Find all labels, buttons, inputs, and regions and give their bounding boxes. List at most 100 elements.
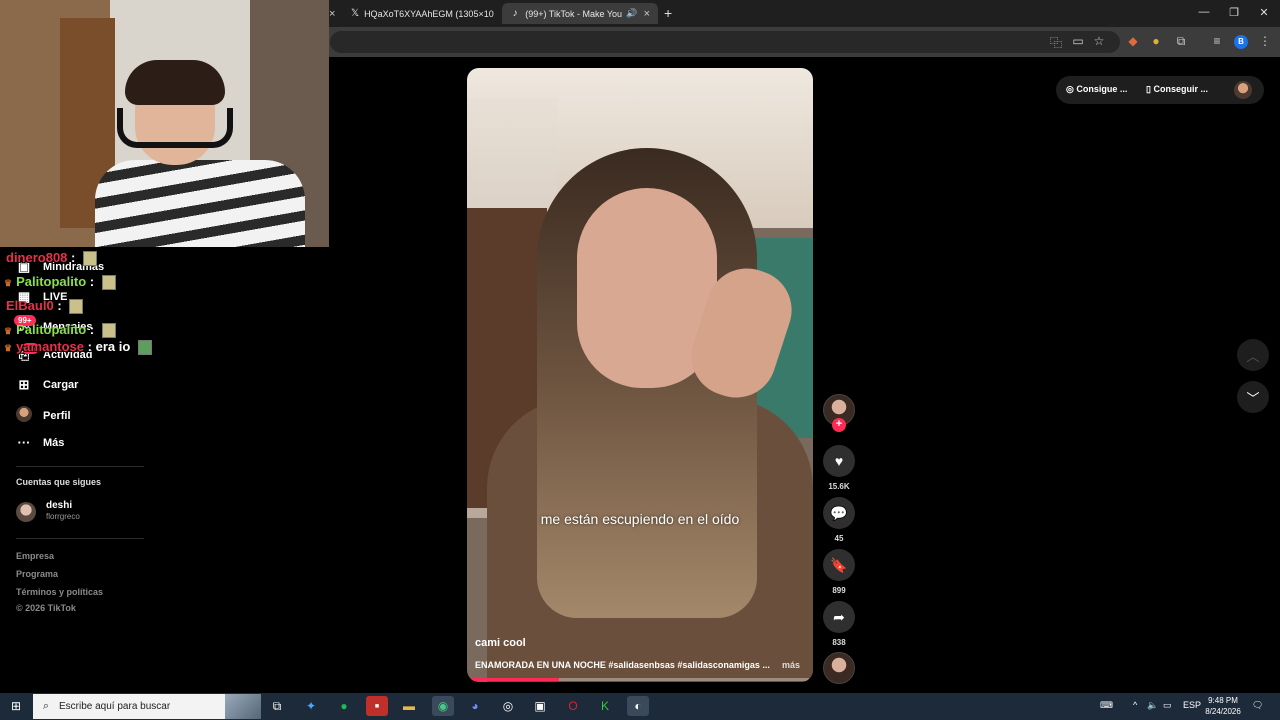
emote-icon — [101, 275, 116, 291]
footer-link[interactable]: Términos y políticas — [16, 587, 103, 597]
comment-count: 45 — [834, 534, 844, 543]
chrome-icon[interactable]: ◉ — [432, 696, 454, 716]
tiktok-icon: ♪ — [512, 8, 518, 19]
avatar — [16, 502, 36, 522]
next-video-button[interactable]: ﹀ — [1237, 381, 1269, 413]
tab-title: (99+) TikTok - Make Your Da — [525, 8, 623, 19]
close-icon[interactable]: × — [638, 8, 650, 20]
get-coins-button[interactable]: ◎ Consigue ... — [1066, 84, 1127, 95]
chat-separator: : — [87, 339, 92, 354]
video-description: ENAMORADA EN UNA NOCHE #salidasenbsas #s… — [475, 660, 770, 670]
chevron-down-icon: ﹀ — [1246, 390, 1260, 406]
app-icon[interactable]: ◎ — [497, 696, 519, 716]
video-player[interactable]: me están escupiendo en el oído cami cool… — [467, 68, 813, 682]
badge-icon: ♛ — [4, 326, 13, 336]
profile-avatar[interactable]: B — [1234, 35, 1248, 49]
chat-line: ♛ Palitopalito : — [4, 322, 116, 339]
badge-icon: ♛ — [4, 278, 13, 288]
heart-icon: ♥ — [834, 453, 844, 469]
save-button[interactable]: 🔖 — [823, 549, 855, 581]
tab-tiktok[interactable]: ♪ (99+) TikTok - Make Your Da 🔊 × — [502, 3, 658, 24]
chat-separator: : — [71, 250, 76, 265]
app-icon[interactable]: K — [594, 696, 616, 716]
top-right-actions: ◎ Consigue ... ▯ Conseguir ... — [1056, 76, 1264, 104]
chat-username: yamantose — [16, 339, 84, 354]
tab-overflow-close[interactable]: × — [329, 3, 341, 24]
like-button[interactable]: ♥ — [823, 445, 855, 477]
sidebar-item-profile[interactable]: Perfil — [16, 406, 71, 425]
folder-icon[interactable]: ▬ — [398, 696, 420, 716]
app-icon[interactable]: ▣ — [529, 696, 551, 716]
clock-date: 8/24/2026 — [1205, 707, 1241, 716]
phone-icon: ▯ — [1146, 84, 1151, 94]
address-bar[interactable] — [330, 31, 1120, 53]
close-icon[interactable]: × — [494, 8, 501, 20]
webcam-overlay — [0, 0, 329, 247]
music-disc-avatar[interactable] — [823, 652, 855, 684]
chevron-up-icon: ︿ — [1246, 348, 1260, 364]
sidebar-item-label: Cargar — [43, 379, 79, 391]
previous-video-button[interactable]: ︿ — [1237, 339, 1269, 371]
keyboard-icon[interactable]: ⌨ — [1100, 700, 1113, 711]
profile-avatar — [16, 406, 32, 425]
close-window-button[interactable]: ✕ — [1256, 6, 1272, 19]
footer-link[interactable]: Empresa — [16, 551, 54, 561]
reading-list-icon[interactable]: ≡ — [1209, 34, 1225, 48]
following-account[interactable]: deshi florrgreco — [16, 500, 146, 524]
coin-icon: ◎ — [1066, 84, 1074, 94]
network-icon[interactable]: ▭ — [1163, 700, 1172, 711]
chat-username: dinero808 — [6, 250, 68, 265]
app-icon[interactable]: ■ — [366, 696, 388, 716]
video-progress-bar[interactable] — [471, 678, 809, 681]
notification-icon[interactable]: 🗨 — [1252, 700, 1263, 711]
emote-icon — [69, 299, 84, 315]
copilot-icon[interactable]: ✦ — [300, 696, 322, 716]
share-count: 838 — [832, 638, 846, 647]
taskbar-clock[interactable]: 9:48 PM 8/24/2026 — [1198, 695, 1248, 717]
search-placeholder: Escribe aquí para buscar — [59, 701, 171, 712]
speaker-icon[interactable]: 🔊 — [626, 8, 637, 19]
video-author[interactable]: cami cool — [475, 637, 526, 649]
clock-time: 9:48 PM — [1208, 696, 1238, 705]
chat-username: Palitopalito — [16, 274, 87, 289]
video-subtitle: me están escupiendo en el oído — [540, 511, 740, 527]
emote-icon — [101, 323, 116, 339]
sidebar-item-label: Perfil — [43, 409, 71, 422]
taskbar-search-input[interactable]: ⌕ Escribe aquí para buscar — [33, 694, 261, 719]
new-tab-button[interactable]: + — [664, 5, 672, 21]
get-app-button[interactable]: ▯ Conseguir ... — [1146, 84, 1208, 95]
comment-button[interactable]: 💬 — [823, 497, 855, 529]
task-view-icon[interactable]: ⧉ — [266, 696, 288, 716]
puzzle-icon[interactable]: ⧉ — [1173, 34, 1189, 49]
badge-icon: ♛ — [4, 343, 13, 353]
bookmark-star-icon[interactable]: ☆ — [1091, 34, 1107, 48]
steam-icon[interactable]: ◐ — [627, 696, 649, 716]
discord-icon[interactable]: ◕ — [464, 696, 486, 716]
extension-icon[interactable]: ● — [1148, 34, 1164, 48]
minimize-button[interactable]: — — [1196, 6, 1212, 18]
profile-avatar[interactable] — [1234, 81, 1252, 99]
maximize-button[interactable]: ❐ — [1226, 6, 1242, 19]
footer-link[interactable]: Programa — [16, 569, 58, 579]
windows-start-icon[interactable]: ⊞ — [5, 696, 27, 716]
cast-icon[interactable]: ▭ — [1070, 34, 1086, 48]
sidebar-item-upload[interactable]: ⊞ Cargar — [16, 377, 79, 393]
spotify-icon[interactable]: ● — [333, 696, 355, 716]
chat-username: Palitopalito — [16, 322, 87, 337]
extension-icon[interactable]: ◆ — [1125, 34, 1141, 48]
opera-icon[interactable]: O — [562, 696, 584, 716]
more-icon: ··· — [17, 435, 31, 450]
pill-label: Consigue ... — [1076, 84, 1128, 94]
chevron-up-icon[interactable]: ^ — [1133, 700, 1137, 710]
volume-icon[interactable]: 🔈 — [1147, 700, 1158, 711]
translate-icon[interactable]: ⿻ — [1048, 34, 1064, 51]
sidebar-item-more[interactable]: ··· Más — [16, 435, 65, 450]
upload-icon: ⊞ — [18, 377, 30, 392]
share-button[interactable]: ➦ — [823, 601, 855, 633]
follow-button[interactable]: + — [832, 418, 846, 432]
menu-icon[interactable]: ⋮ — [1257, 34, 1273, 48]
more-button[interactable]: más — [782, 660, 800, 670]
tab-image[interactable]: 𝕏 HQaXoT6XYAAhEGM (1305×10 × — [343, 3, 500, 24]
account-handle: florrgreco — [46, 512, 80, 521]
chat-line: dinero808 : — [6, 250, 98, 267]
